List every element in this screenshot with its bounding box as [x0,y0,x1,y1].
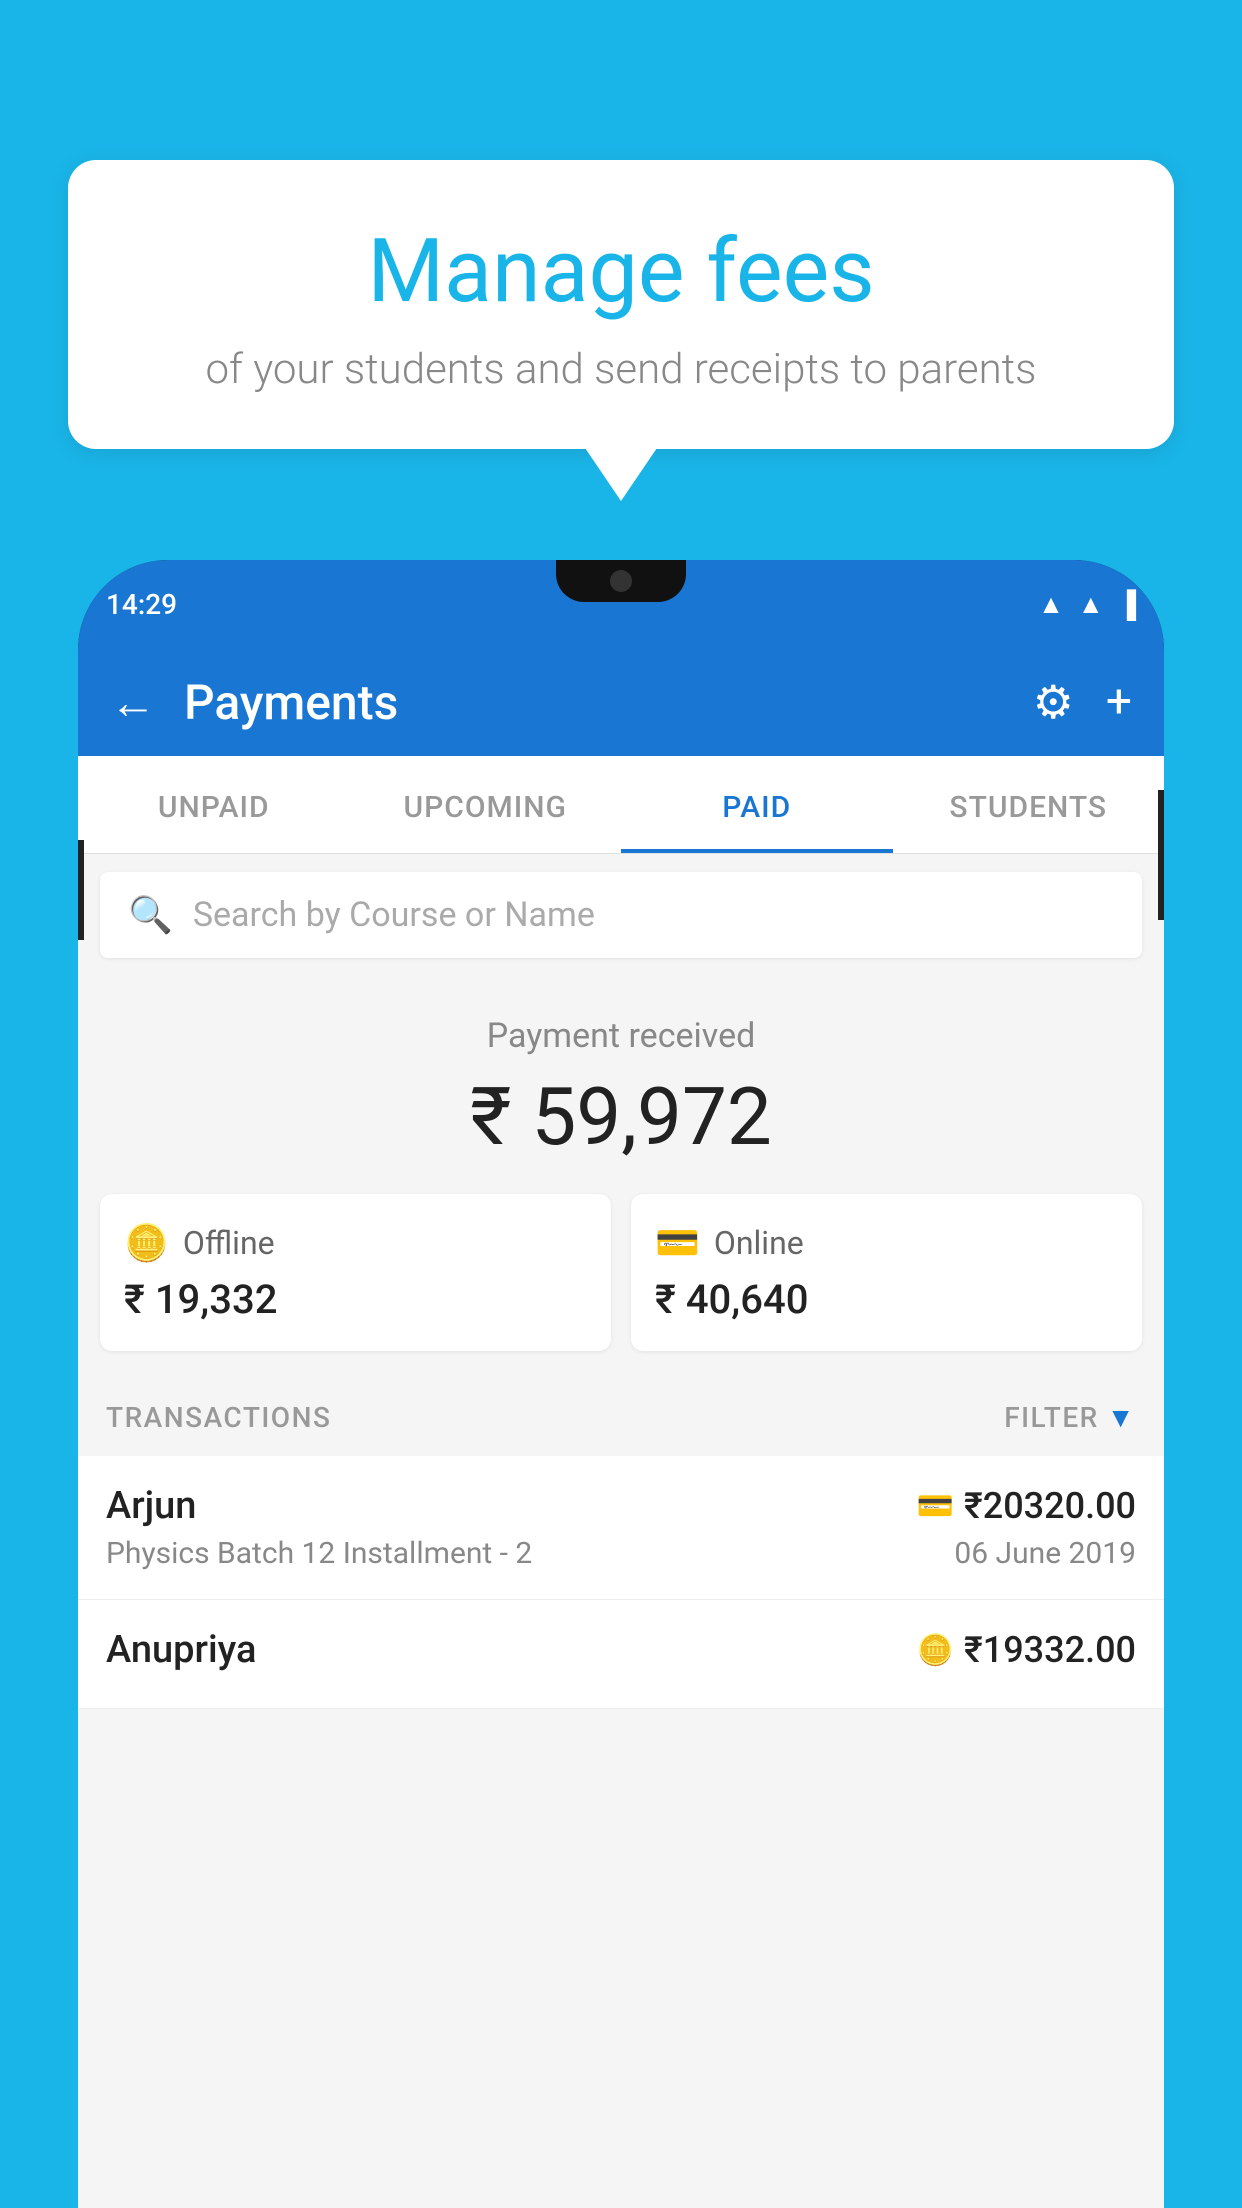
phone-side-button-left [78,840,84,940]
wifi-icon: ▲ [1038,589,1064,620]
offline-icon-2: 🪙 [917,1633,954,1668]
card-icon-1: 💳 [917,1489,954,1524]
offline-card: 🪙 Offline ₹ 19,332 [100,1194,611,1351]
offline-label: Offline [183,1224,275,1262]
online-amount: ₹ 40,640 [655,1276,1118,1323]
tab-paid[interactable]: PAID [621,756,893,853]
transaction-date-1: 06 June 2019 [954,1536,1136,1571]
speech-bubble: Manage fees of your students and send re… [68,160,1174,449]
online-card: 💳 Online ₹ 40,640 [631,1194,1142,1351]
phone-frame: 14:29 ▲ ▲ ▐ ← Payments ⚙ + UNPAID UPCOMI… [78,560,1164,2208]
status-icons: ▲ ▲ ▐ [1038,589,1136,620]
bubble-title: Manage fees [118,220,1124,323]
battery-icon: ▐ [1118,589,1136,620]
payment-received-amount: ₹ 59,972 [98,1070,1144,1164]
notch [556,560,686,602]
offline-icon: 🪙 [124,1222,169,1264]
bubble-subtitle: of your students and send receipts to pa… [118,345,1124,394]
transaction-amount-wrap-2: 🪙 ₹19332.00 [917,1629,1136,1671]
camera [610,570,632,592]
payment-received-section: Payment received ₹ 59,972 [78,976,1164,1194]
tab-upcoming[interactable]: UPCOMING [350,756,622,853]
app-bar: ← Payments ⚙ + [78,648,1164,756]
tabs: UNPAID UPCOMING PAID STUDENTS [78,756,1164,854]
add-icon[interactable]: + [1106,675,1132,729]
payment-cards: 🪙 Offline ₹ 19,332 💳 Online ₹ 40,640 [78,1194,1164,1379]
filter-icon: ▼ [1107,1401,1136,1434]
app-bar-icons: ⚙ + [1033,675,1132,730]
search-placeholder: Search by Course or Name [193,895,595,935]
transactions-label: TRANSACTIONS [106,1401,331,1434]
transaction-row-2: Anupriya 🪙 ₹19332.00 [78,1600,1164,1709]
status-time: 14:29 [106,588,177,621]
tab-unpaid[interactable]: UNPAID [78,756,350,853]
online-icon: 💳 [655,1222,700,1264]
transaction-course-1: Physics Batch 12 Installment - 2 [106,1536,532,1571]
settings-icon[interactable]: ⚙ [1033,675,1074,730]
transaction-row: Arjun 💳 ₹20320.00 Physics Batch 12 Insta… [78,1456,1164,1600]
transaction-amount-2: ₹19332.00 [964,1629,1136,1671]
back-button[interactable]: ← [110,675,156,730]
payment-received-label: Payment received [98,1016,1144,1056]
transaction-amount-wrap-1: 💳 ₹20320.00 [917,1485,1136,1527]
transaction-amount-1: ₹20320.00 [964,1485,1136,1527]
search-icon: 🔍 [128,894,173,936]
filter-button[interactable]: FILTER ▼ [1004,1401,1136,1434]
phone-screen: 🔍 Search by Course or Name Payment recei… [78,854,1164,2208]
transaction-name-2: Anupriya [106,1628,256,1672]
signal-icon: ▲ [1078,589,1104,620]
status-bar: 14:29 ▲ ▲ ▐ [78,560,1164,648]
search-bar[interactable]: 🔍 Search by Course or Name [100,872,1142,958]
tab-students[interactable]: STUDENTS [893,756,1165,853]
offline-amount: ₹ 19,332 [124,1276,587,1323]
transactions-header: TRANSACTIONS FILTER ▼ [78,1379,1164,1456]
online-label: Online [714,1224,804,1262]
page-title: Payments [184,674,1005,731]
transaction-name-1: Arjun [106,1484,196,1528]
